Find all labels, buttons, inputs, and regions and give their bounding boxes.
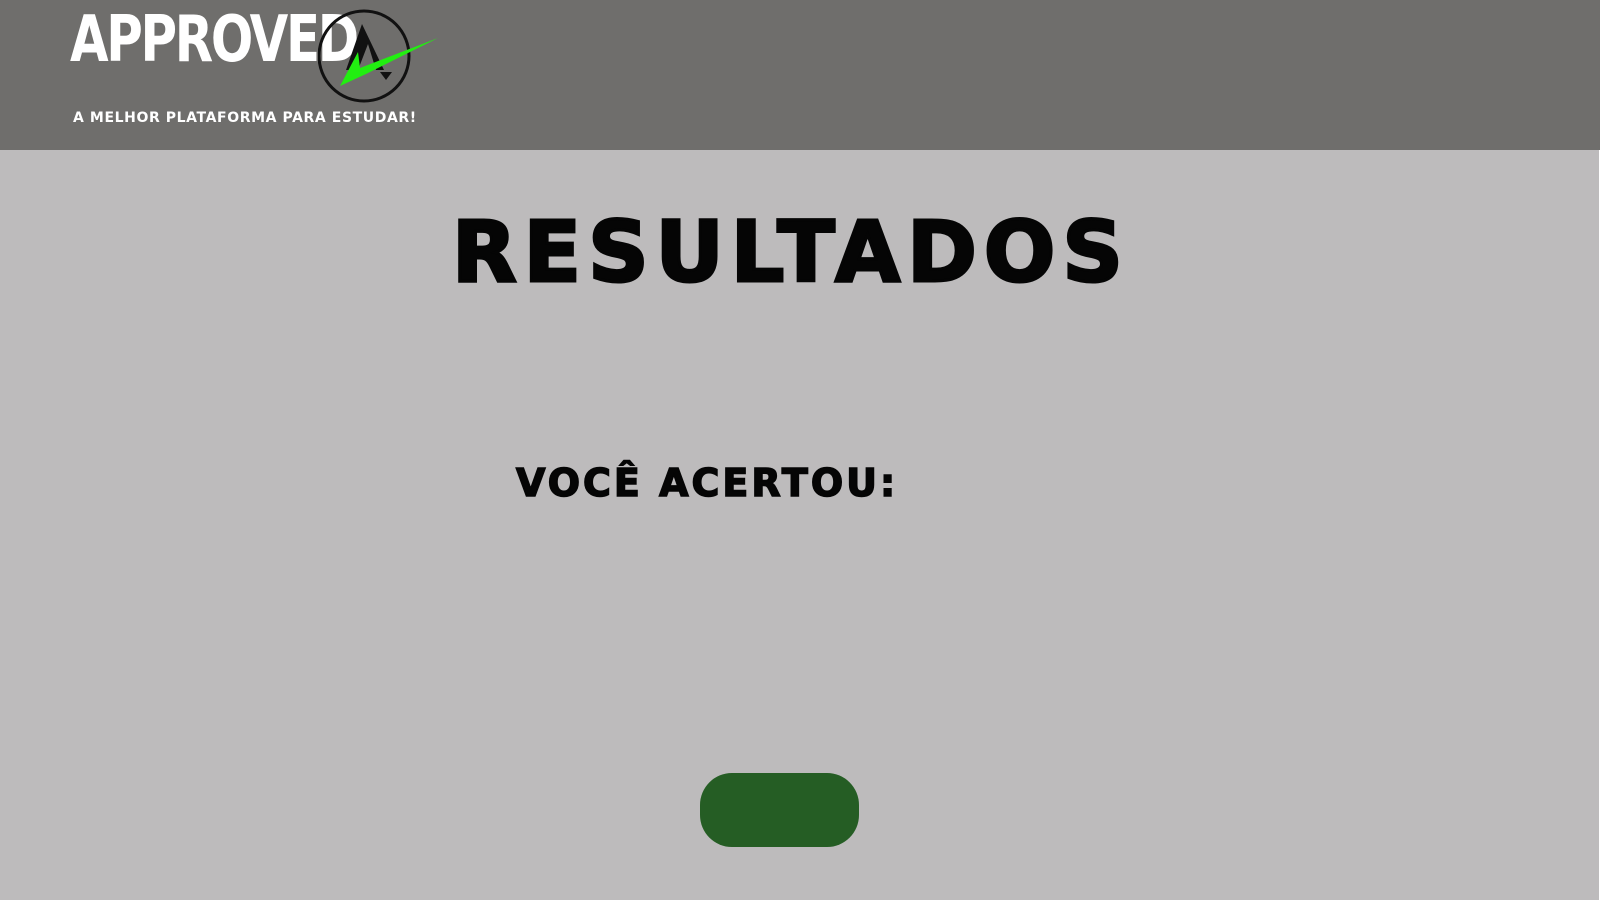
- logo-wordmark: APPROVED: [70, 3, 359, 77]
- tagline: A MELHOR PLATAFORMA PARA ESTUDAR!: [73, 110, 417, 126]
- continue-button[interactable]: [700, 773, 859, 847]
- results-page: APPROVED A MELHOR PLATAFORMA PARA ESTUDA…: [0, 0, 1600, 900]
- page-title: RESULTADOS: [451, 203, 1130, 301]
- header-bar: APPROVED A MELHOR PLATAFORMA PARA ESTUDA…: [0, 0, 1600, 150]
- approved-badge-icon: [318, 9, 438, 103]
- score-label: VOCÊ ACERTOU:: [515, 461, 899, 505]
